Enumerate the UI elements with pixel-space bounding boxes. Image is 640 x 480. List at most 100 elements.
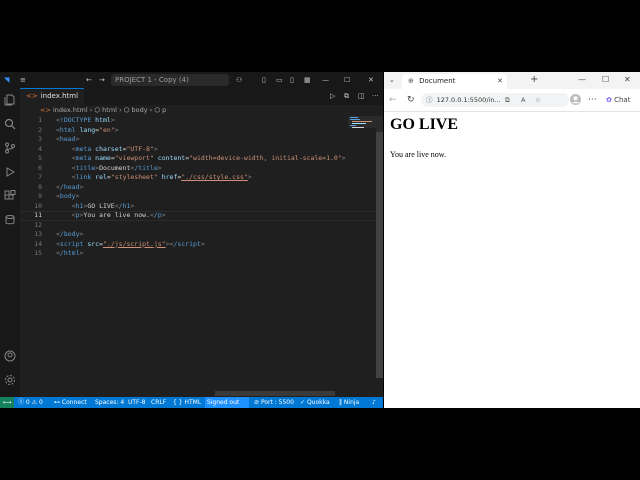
breadcrumb-element-icon: ⬡	[123, 106, 130, 114]
quokka-label: Quokka	[306, 399, 330, 406]
browser-tab-document[interactable]: ⊕ Document ✕	[402, 74, 507, 89]
connect-label: Connect	[61, 399, 87, 406]
connect-status[interactable]: ⊷ Connect	[54, 397, 87, 408]
copilot-chat-button[interactable]: ✿ Chat	[606, 89, 630, 111]
run-debug-icon[interactable]	[4, 166, 16, 178]
address-bar[interactable]: ⓘ 127.0.0.1:5500/in... ⧉ A ☆	[421, 93, 569, 107]
tab-close-icon[interactable]: ✕	[497, 74, 503, 89]
url-text: 127.0.0.1:5500/in...	[436, 96, 501, 104]
signed-out-label: Signed out	[206, 399, 240, 406]
favorite-star-icon[interactable]: ☆	[535, 93, 541, 107]
more-actions-icon[interactable]: ···	[372, 88, 379, 104]
problems-indicator[interactable]: ⓧ 0 ⚠ 0	[18, 397, 43, 408]
line-number: 1	[38, 116, 42, 124]
breadcrumb-separator-icon: ›	[119, 106, 122, 114]
source-control-icon[interactable]	[4, 142, 16, 154]
code-line: 5 <meta name="viewport" content="width=d…	[20, 154, 346, 164]
customize-layout-icon[interactable]: ▦	[304, 72, 311, 88]
tab-index-html[interactable]: <> index.html	[20, 88, 84, 105]
browser-toolbar: ← ↻ ⓘ 127.0.0.1:5500/in... ⧉ A ☆ ··· ✿ C…	[384, 89, 640, 112]
language-braces-icon: { }	[173, 399, 183, 406]
page-paragraph: You are live now.	[390, 150, 446, 159]
run-icon[interactable]: ▷	[330, 88, 335, 104]
browser-maximize-icon[interactable]: ☐	[602, 69, 609, 91]
forward-arrow-icon[interactable]: →	[99, 72, 105, 88]
ninja-status[interactable]: ‖ Ninja	[339, 397, 359, 408]
line-number: 8	[38, 182, 42, 191]
maximize-icon[interactable]: ☐	[344, 72, 350, 88]
app-available-icon[interactable]: ⧉	[505, 93, 510, 107]
command-center-search[interactable]: PROJECT 1 - Copy (4)	[111, 74, 229, 86]
code-line: 1 <!DOCTYPE html>	[20, 116, 115, 126]
browser-refresh-icon[interactable]: ↻	[407, 89, 415, 111]
site-info-icon[interactable]: ⓘ	[426, 96, 433, 104]
notifications-bell-icon[interactable]: ♪	[372, 397, 376, 408]
live-server-port[interactable]: ⊘ Port : 5500	[254, 397, 294, 408]
new-tab-plus-icon[interactable]: +	[530, 69, 538, 91]
browser-tab-title: Document	[419, 77, 456, 85]
vertical-scrollbar-thumb[interactable]	[376, 132, 383, 378]
split-editor-icon[interactable]: ◫	[358, 88, 365, 104]
copilot-icon[interactable]: ⚇	[236, 72, 242, 88]
line-number: 11	[34, 211, 42, 219]
editor-tabs: <> index.html ▷ ⧉ ◫ ···	[20, 88, 383, 105]
breadcrumb-body[interactable]: body	[132, 106, 148, 114]
tab-label: index.html	[40, 92, 79, 100]
line-number: 6	[38, 163, 42, 172]
vscode-titlebar: ◥ ≡ ← → PROJECT 1 - Copy (4) ⚇ ▯ ▭ ▯ ▦ —…	[0, 72, 383, 88]
menu-icon[interactable]: ≡	[20, 72, 26, 88]
account-icon[interactable]	[4, 350, 16, 362]
breadcrumb-file[interactable]: index.html	[53, 106, 88, 114]
toggle-secondary-sidebar-icon[interactable]: ▯	[290, 72, 294, 88]
line-number: 7	[38, 173, 42, 181]
encoding-status[interactable]: UTF-8	[128, 397, 146, 408]
minimize-icon[interactable]: —	[322, 72, 329, 88]
preview-icon[interactable]: ⧉	[344, 88, 349, 104]
browser-back-icon[interactable]: ←	[389, 89, 397, 111]
browser-tab-strip: ⌄ ⊕ Document ✕ + — ☐ ✕	[384, 72, 640, 89]
minimap[interactable]	[348, 116, 376, 146]
breadcrumb-p[interactable]: p	[162, 106, 166, 114]
breadcrumb-separator-icon: ›	[149, 106, 153, 114]
language-mode[interactable]: { } HTML	[173, 397, 201, 408]
code-line-current: 11 <p>You are live now.</p>	[20, 211, 165, 221]
line-number: 12	[34, 220, 42, 229]
error-count: 0	[25, 399, 30, 406]
status-bar: ⟷ ⓧ 0 ⚠ 0 ⊷ Connect Spaces: 4 UTF-8 CRLF…	[0, 397, 383, 408]
line-number: 2	[38, 125, 42, 134]
code-editor[interactable]: 1 <!DOCTYPE html> 2 <html lang="en"> 3 <hea…	[20, 116, 375, 398]
back-arrow-icon[interactable]: ←	[86, 72, 92, 88]
html-file-icon: <>	[26, 92, 38, 100]
code-line: 2 <html lang="en">	[20, 126, 119, 136]
settings-gear-icon[interactable]	[4, 374, 16, 386]
toggle-primary-sidebar-icon[interactable]: ▯	[262, 72, 266, 88]
browser-minimize-icon[interactable]: —	[578, 69, 586, 91]
line-number: 5	[38, 154, 42, 162]
signed-out-status[interactable]: Signed out	[205, 397, 249, 408]
window-title: PROJECT 1 - Copy (4)	[115, 76, 189, 84]
quokka-status[interactable]: ✓ Quokka	[300, 397, 330, 408]
tab-actions-chevron-icon[interactable]: ⌄	[389, 69, 395, 91]
code-line: 15 </html>	[20, 249, 83, 259]
explorer-icon[interactable]	[4, 94, 16, 106]
horizontal-scrollbar[interactable]	[215, 391, 335, 396]
indentation-status[interactable]: Spaces: 4	[95, 397, 124, 408]
more-menu-icon[interactable]: ···	[588, 89, 597, 111]
browser-close-icon[interactable]: ✕	[624, 69, 631, 91]
code-line: 6 <title>Document</title>	[20, 164, 162, 174]
code-line: 13 </body>	[20, 230, 83, 240]
vscode-logo-icon: ◥	[4, 76, 10, 84]
eol-status[interactable]: CRLF	[151, 397, 166, 408]
profile-avatar[interactable]	[570, 89, 581, 111]
remote-indicator-icon[interactable]: ⟷	[0, 397, 14, 408]
extensions-icon[interactable]	[4, 190, 16, 202]
breadcrumb-html[interactable]: html	[102, 106, 117, 114]
activity-bar	[0, 88, 20, 398]
web-page-content: GO LIVE You are live now.	[384, 112, 640, 408]
language-label: HTML	[184, 399, 202, 406]
toggle-panel-icon[interactable]: ▭	[276, 72, 283, 88]
close-icon[interactable]: ✕	[368, 72, 374, 88]
search-icon[interactable]	[4, 118, 16, 130]
read-aloud-icon[interactable]: A	[521, 93, 525, 107]
database-icon[interactable]	[4, 214, 16, 226]
